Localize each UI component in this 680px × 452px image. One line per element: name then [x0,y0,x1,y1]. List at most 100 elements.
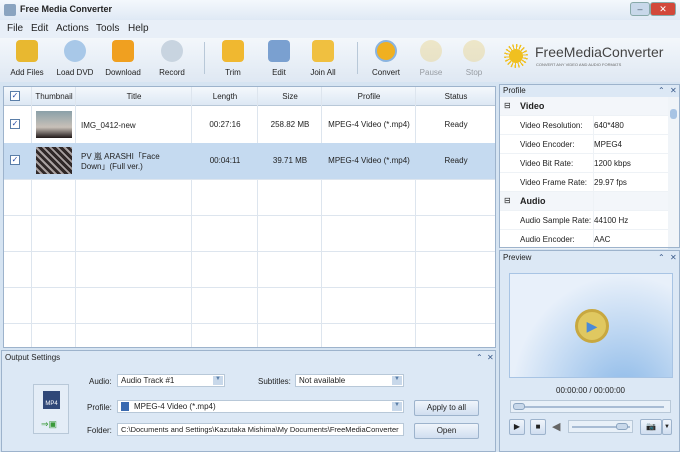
collapse-icon[interactable]: ⌃ [658,253,665,262]
pause-button[interactable]: Pause [408,40,454,77]
table-row-selected[interactable]: ✓ PV 嵐 ARASHI「Face Down」(Full ver.) 00:0… [4,143,495,179]
button-label: Stop [465,68,483,77]
prop-value: 44100 Hz [594,216,629,225]
volume-thumb[interactable] [615,423,628,430]
audio-label: Audio: [89,377,112,386]
convert-button[interactable]: Convert [363,40,409,77]
record-button[interactable]: Record [149,40,195,77]
button-label: Trim [225,68,241,77]
snapshot-button[interactable]: 📷 [640,419,662,435]
select-all-checkbox[interactable]: ✓ [10,91,20,101]
prop-value: 640*480 [594,121,624,130]
menu-file[interactable]: File [7,23,23,34]
audio-group: Audio [520,196,546,206]
separator [204,42,205,74]
stop-button[interactable]: Stop [451,40,497,77]
logo-text: FreeMediaConverter [535,44,664,60]
close-icon[interactable]: ✕ [670,86,677,95]
prop-value: 1200 kbps [594,159,631,168]
minimize-button[interactable]: – [630,2,650,16]
row-size: 39.71 MB [272,156,308,165]
menu-bar: File Edit Actions Tools Help [0,20,680,38]
add-files-button[interactable]: Add Files [4,40,50,77]
collapse-group-icon[interactable]: ⊟ [504,101,511,110]
row-checkbox[interactable]: ✓ [10,155,20,165]
panel-title: Output Settings [5,353,61,362]
table-row[interactable]: ✓ IMG_0412-new 00:27:16 258.82 MB MPEG-4… [4,107,495,143]
button-label: Download [105,68,141,77]
prop-value: 29.97 fps [594,178,627,187]
preview-panel: Preview ⌃ ✕ ▶ 00:00:00 / 00:00:00 ▶ ■ ◀ … [499,250,680,452]
thumbnail [36,111,72,138]
mp4-badge: MP4 [43,391,60,409]
join-all-button[interactable]: Join All [300,40,346,77]
chevron-down-icon: ▼ [392,376,402,385]
collapse-icon[interactable]: ⌃ [476,353,483,362]
format-icon[interactable]: MP4 ⇒▣ [33,384,69,434]
folder-label: Folder: [87,426,112,435]
volume-icon[interactable]: ◀ [552,420,560,433]
add-files-icon [16,40,38,62]
chevron-down-icon: ▼ [392,402,402,411]
audio-select[interactable]: Audio Track #1 ▼ [117,374,225,387]
prop-key: Video Frame Rate: [520,178,587,187]
profile-value: MPEG-4 Video (*.mp4) [134,402,216,411]
convert-icon [375,40,397,62]
thumbnail [36,147,72,174]
collapse-icon[interactable]: ⌃ [658,86,665,95]
download-icon [112,40,134,62]
menu-help[interactable]: Help [128,23,149,34]
file-list: ✓ Thumbnail Title Length Size Profile St… [3,86,496,348]
title-bar: Free Media Converter – ✕ [0,0,680,20]
column-thumbnail[interactable]: Thumbnail [32,92,76,101]
row-length: 00:27:16 [209,120,241,129]
subtitles-value: Not available [299,376,346,385]
video-preview[interactable]: ▶ [509,273,673,378]
subtitles-select[interactable]: Not available ▼ [295,374,404,387]
snapshot-dropdown[interactable]: ▼ [662,419,672,435]
scrollbar-thumb[interactable] [670,109,677,119]
button-label: Edit [272,68,286,77]
video-group: Video [520,101,545,111]
row-checkbox[interactable]: ✓ [10,119,20,129]
open-button[interactable]: Open [414,423,479,439]
trim-button[interactable]: Trim [210,40,256,77]
panel-title: Preview [503,253,532,262]
menu-tools[interactable]: Tools [96,23,119,34]
seek-slider[interactable] [510,400,671,413]
apply-to-all-button[interactable]: Apply to all [414,400,479,416]
profile-select[interactable]: MPEG-4 Video (*.mp4) ▼ [117,400,404,413]
column-title[interactable]: Title [76,92,192,101]
column-profile[interactable]: Profile [322,92,416,101]
menu-actions[interactable]: Actions [56,23,89,34]
panel-title: Profile [503,86,526,95]
row-status: Ready [444,120,468,129]
scrollbar[interactable] [668,97,679,247]
close-icon[interactable]: ✕ [487,353,494,362]
button-label: Convert [371,68,400,77]
row-title: PV 嵐 ARASHI「Face Down」(Full ver.) [81,152,160,171]
logo-tagline: CONVERT ANY VIDEO AND AUDIO FORMATS [536,62,622,67]
play-overlay-icon[interactable]: ▶ [575,309,609,343]
column-status[interactable]: Status [416,92,496,101]
column-size[interactable]: Size [258,92,322,101]
panel-header [500,85,679,97]
close-icon[interactable]: ✕ [670,253,677,262]
stop-button[interactable]: ■ [530,419,546,435]
load-dvd-button[interactable]: Load DVD [52,40,98,77]
column-length[interactable]: Length [192,92,258,101]
volume-slider[interactable] [568,420,633,433]
edit-button[interactable]: Edit [256,40,302,77]
menu-edit[interactable]: Edit [31,23,48,34]
edit-icon [268,40,290,62]
seek-thumb[interactable] [513,403,525,410]
time-display: 00:00:00 / 00:00:00 [556,386,625,395]
download-button[interactable]: Download [100,40,146,77]
logo-sun-icon [504,44,528,68]
collapse-group-icon[interactable]: ⊟ [504,196,511,205]
close-button[interactable]: ✕ [650,2,676,16]
join-icon [312,40,334,62]
folder-input[interactable]: C:\Documents and Settings\Kazutaka Mishi… [117,423,404,436]
play-button[interactable]: ▶ [509,419,525,435]
file-list-header: ✓ Thumbnail Title Length Size Profile St… [4,87,495,106]
